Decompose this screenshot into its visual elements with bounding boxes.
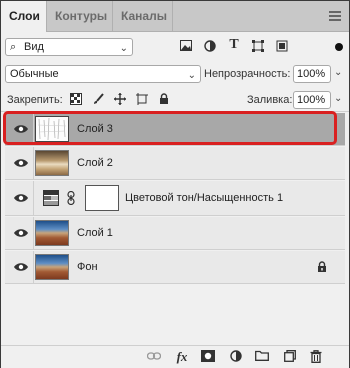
new-layer-icon[interactable] [283,350,297,364]
lock-paint-icon[interactable] [91,93,105,108]
search-icon: ⌕ [10,41,17,53]
eye-icon [14,229,28,237]
hue-saturation-adjustment-icon [43,190,59,206]
eye-icon [14,263,28,271]
filter-kind-select[interactable]: ⌕ Вид ⌄ [5,38,133,56]
visibility-toggle[interactable] [5,217,34,249]
lock-artboard-icon[interactable] [135,93,149,108]
layer-name: Слой 1 [77,227,113,239]
chevron-down-icon: ⌄ [187,70,196,81]
tab-channels[interactable]: Каналы [113,1,173,31]
selection-highlight [3,111,337,145]
eye-icon [14,194,28,202]
shape-filter-icon[interactable] [251,40,265,55]
visibility-toggle[interactable] [5,181,34,215]
smart-object-filter-icon[interactable] [275,40,289,55]
opacity-slider-chevron-icon[interactable]: ⌄ [334,67,342,78]
layer-row-sloy3[interactable]: Слой 3 [3,111,345,146]
tab-layers[interactable]: Слои [1,1,47,32]
mask-link-icon[interactable] [67,190,75,208]
chevron-down-icon: ⌄ [119,43,128,54]
lock-label: Закрепить: [7,94,63,106]
add-mask-icon[interactable] [201,350,215,364]
adjustment-layer-icon[interactable] [229,350,243,364]
new-group-icon[interactable] [255,350,269,364]
eye-icon [14,159,28,167]
layer-name: Слой 2 [77,157,113,169]
filter-toggle-dot [335,43,343,51]
image-filter-icon[interactable] [179,40,193,54]
opacity-label: Непрозрачность: [204,68,291,80]
lock-position-icon[interactable] [113,93,127,108]
layer-thumbnail-landscape [35,220,69,246]
layer-name: Фон [77,261,98,273]
visibility-toggle[interactable] [5,147,34,179]
visibility-toggle[interactable] [5,251,34,283]
fill-value: 100% [297,94,326,106]
layer-row-background[interactable]: Фон [5,251,345,284]
link-icon[interactable] [146,350,162,364]
lock-icon[interactable] [317,261,327,273]
blend-mode-select[interactable]: Обычные ⌄ [5,65,201,83]
fill-slider-chevron-icon[interactable]: ⌄ [334,93,342,104]
blend-mode-label: Обычные [10,68,59,80]
layers-panel: Слои Контуры Каналы ⌕ Вид ⌄ T Обычные ⌄ … [0,0,350,368]
lock-row: Закрепить: Заливка: 100% ⌄ [1,89,349,112]
filter-row: ⌕ Вид ⌄ T [1,37,349,57]
bottom-toolbar: fx [1,345,349,368]
layers-list-empty-area [5,285,345,345]
lock-transparent-icon[interactable] [69,93,83,108]
lock-all-icon[interactable] [157,93,171,108]
filter-toggle[interactable] [335,39,345,55]
trash-icon[interactable] [309,350,323,364]
type-filter-icon[interactable]: T [227,38,241,52]
layer-mask-thumbnail[interactable] [85,185,119,211]
layer-name: Цветовой тон/Насыщенность 1 [125,192,284,204]
adjustment-filter-icon[interactable] [203,40,217,55]
layer-row-hue-saturation[interactable]: Цветовой тон/Насыщенность 1 [5,181,345,216]
fill-input[interactable]: 100% [293,91,331,109]
opacity-value: 100% [297,68,326,80]
tab-bar: Слои Контуры Каналы [1,1,349,32]
opacity-input[interactable]: 100% [293,65,331,83]
tab-paths[interactable]: Контуры [47,1,113,31]
fill-label: Заливка: [247,94,293,106]
layer-thumbnail-landscape [35,254,69,280]
fx-icon[interactable]: fx [175,350,189,364]
blend-row: Обычные ⌄ Непрозрачность: 100% ⌄ [1,63,349,85]
panel-menu-icon[interactable] [329,11,341,23]
layers-list: Слой 3 Слой 2 Цветовой тон/Насыщенность … [3,111,345,345]
filter-kind-label: Вид [24,41,44,53]
layer-thumbnail-sepia [35,150,69,176]
layer-row-sloy1[interactable]: Слой 1 [5,217,345,250]
layer-row-sloy2[interactable]: Слой 2 [5,147,345,180]
